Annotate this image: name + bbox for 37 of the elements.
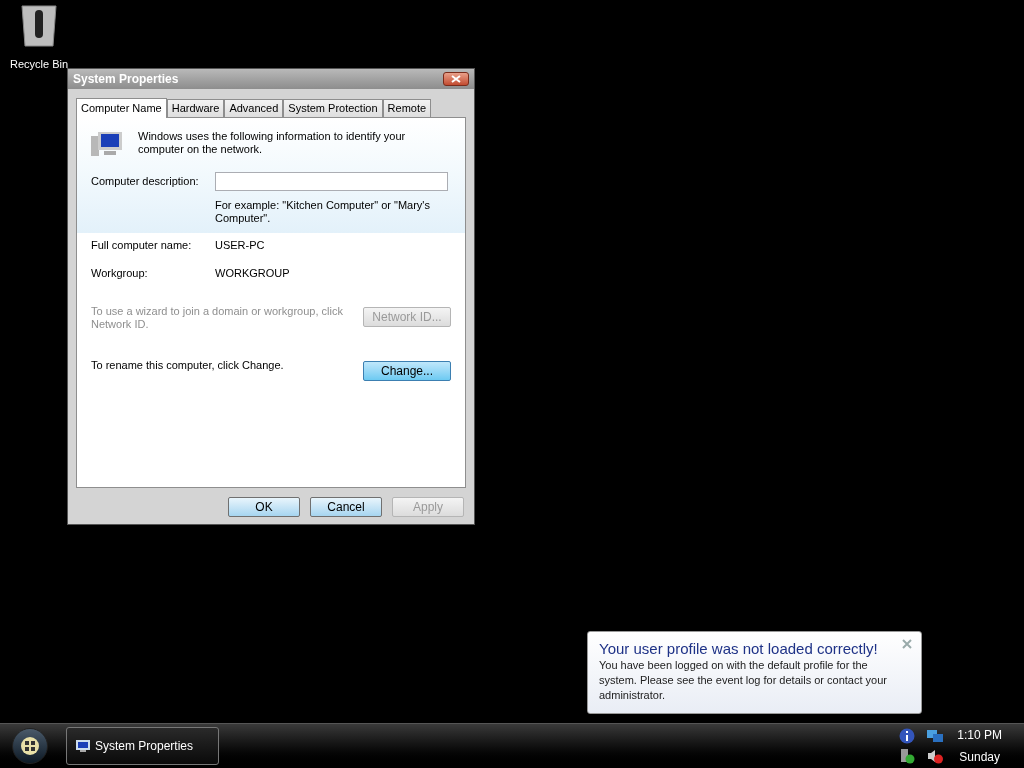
- hint-text: For example: "Kitchen Computer" or "Mary's Computer".: [215, 199, 431, 225]
- field-label: Computer description:: [91, 174, 200, 190]
- field-value: WORKGROUP: [215, 265, 290, 281]
- instruction-text: To rename this computer, click Change.: [91, 359, 285, 372]
- dialog-button[interactable]: OK: [228, 497, 300, 517]
- instruction-text: To use a wizard to join a domain or workgroup, click Network ID.: [91, 305, 344, 331]
- computer-icon: [75, 739, 91, 753]
- device-check-icon[interactable]: [899, 748, 916, 764]
- clock-day: Sunday: [959, 746, 1000, 768]
- computer-icon: [91, 130, 123, 158]
- tab[interactable]: System Protection: [283, 99, 383, 117]
- windows-logo-icon: [21, 737, 39, 755]
- taskbar-button[interactable]: System Properties: [66, 727, 219, 765]
- notification-message: You have been logged on with the default profile for the system. Please see the event log for details or contact your administrator.: [599, 658, 888, 703]
- tab[interactable]: Advanced: [224, 99, 284, 117]
- close-icon: [451, 75, 461, 83]
- intro-text: Windows uses the following information to identify your computer on the network.: [138, 130, 407, 156]
- tab[interactable]: Computer Name: [76, 98, 167, 118]
- tab[interactable]: Remote: [382, 99, 432, 117]
- close-button[interactable]: [443, 72, 469, 86]
- network-icon[interactable]: [927, 728, 944, 744]
- start-button[interactable]: [12, 728, 48, 764]
- field-label: Full computer name:: [91, 238, 193, 253]
- field-value: USER-PC: [215, 238, 265, 253]
- clock-time[interactable]: 1:10 PM: [957, 724, 1002, 746]
- dialog-button[interactable]: Change...: [363, 361, 451, 381]
- notification-title: Your user profile was not loaded correctly!: [599, 640, 878, 658]
- description-field[interactable]: [215, 172, 448, 191]
- info-icon[interactable]: [899, 728, 916, 744]
- field-label: Workgroup:: [91, 265, 149, 281]
- window-title: System Properties: [73, 71, 179, 88]
- icon-label: Recycle Bin: [9, 57, 69, 72]
- trash-bin-icon[interactable]: [19, 2, 59, 48]
- dialog-button[interactable]: Cancel: [310, 497, 382, 517]
- tab[interactable]: Hardware: [166, 99, 225, 117]
- close-icon: [902, 639, 912, 649]
- speaker-muted-icon[interactable]: [927, 748, 944, 764]
